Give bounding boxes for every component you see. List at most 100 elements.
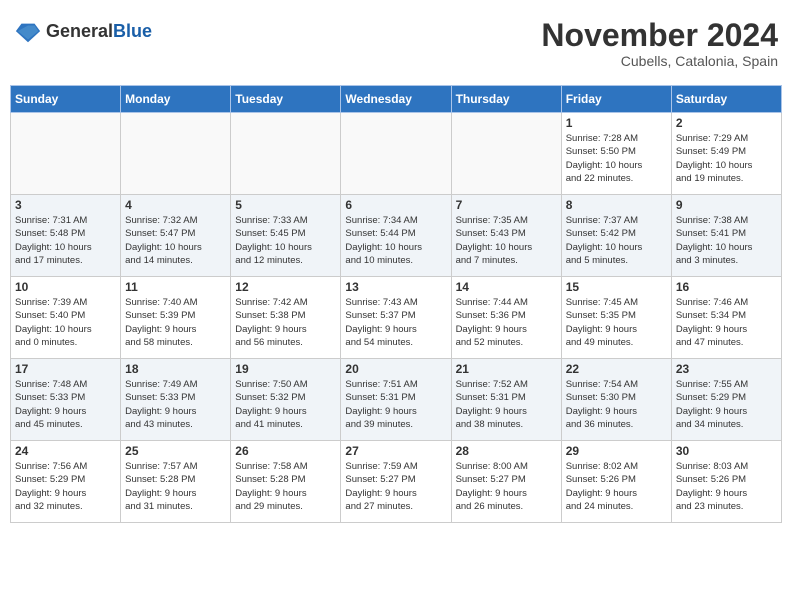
day-cell: 22 Sunrise: 7:54 AM Sunset: 5:30 PM Dayli…	[561, 359, 671, 441]
day-number: 14	[456, 280, 557, 294]
day-info: Sunrise: 7:43 AM Sunset: 5:37 PM Dayligh…	[345, 296, 446, 349]
day-info: Sunrise: 7:34 AM Sunset: 5:44 PM Dayligh…	[345, 214, 446, 267]
day-number: 9	[676, 198, 777, 212]
day-number: 28	[456, 444, 557, 458]
calendar-table: SundayMondayTuesdayWednesdayThursdayFrid…	[10, 85, 782, 523]
day-number: 1	[566, 116, 667, 130]
day-number: 25	[125, 444, 226, 458]
day-info: Sunrise: 7:56 AM Sunset: 5:29 PM Dayligh…	[15, 460, 116, 513]
weekday-monday: Monday	[121, 86, 231, 113]
day-number: 15	[566, 280, 667, 294]
day-cell	[451, 113, 561, 195]
weekday-saturday: Saturday	[671, 86, 781, 113]
day-info: Sunrise: 7:29 AM Sunset: 5:49 PM Dayligh…	[676, 132, 777, 185]
day-cell: 30 Sunrise: 8:03 AM Sunset: 5:26 PM Dayli…	[671, 441, 781, 523]
day-cell: 19 Sunrise: 7:50 AM Sunset: 5:32 PM Dayli…	[231, 359, 341, 441]
day-cell: 3 Sunrise: 7:31 AM Sunset: 5:48 PM Daylig…	[11, 195, 121, 277]
day-info: Sunrise: 7:54 AM Sunset: 5:30 PM Dayligh…	[566, 378, 667, 431]
weekday-thursday: Thursday	[451, 86, 561, 113]
location: Cubells, Catalonia, Spain	[541, 53, 778, 69]
day-number: 4	[125, 198, 226, 212]
day-cell: 1 Sunrise: 7:28 AM Sunset: 5:50 PM Daylig…	[561, 113, 671, 195]
day-info: Sunrise: 7:38 AM Sunset: 5:41 PM Dayligh…	[676, 214, 777, 267]
day-cell: 7 Sunrise: 7:35 AM Sunset: 5:43 PM Daylig…	[451, 195, 561, 277]
day-cell: 9 Sunrise: 7:38 AM Sunset: 5:41 PM Daylig…	[671, 195, 781, 277]
title-block: November 2024 Cubells, Catalonia, Spain	[541, 18, 778, 69]
day-info: Sunrise: 7:48 AM Sunset: 5:33 PM Dayligh…	[15, 378, 116, 431]
day-info: Sunrise: 7:28 AM Sunset: 5:50 PM Dayligh…	[566, 132, 667, 185]
logo: GeneralBlue	[14, 18, 152, 46]
day-info: Sunrise: 7:37 AM Sunset: 5:42 PM Dayligh…	[566, 214, 667, 267]
day-number: 17	[15, 362, 116, 376]
day-number: 21	[456, 362, 557, 376]
day-number: 6	[345, 198, 446, 212]
day-number: 23	[676, 362, 777, 376]
day-number: 26	[235, 444, 336, 458]
day-cell: 25Sunrise: 7:57 AM Sunset: 5:28 PM Dayli…	[121, 441, 231, 523]
day-info: Sunrise: 7:39 AM Sunset: 5:40 PM Dayligh…	[15, 296, 116, 349]
day-cell: 24 Sunrise: 7:56 AM Sunset: 5:29 PM Dayli…	[11, 441, 121, 523]
day-number: 19	[235, 362, 336, 376]
day-info: Sunrise: 7:45 AM Sunset: 5:35 PM Dayligh…	[566, 296, 667, 349]
day-number: 24	[15, 444, 116, 458]
day-info: Sunrise: 7:50 AM Sunset: 5:32 PM Dayligh…	[235, 378, 336, 431]
day-cell: 11 Sunrise: 7:40 AM Sunset: 5:39 PM Dayli…	[121, 277, 231, 359]
day-cell: 8 Sunrise: 7:37 AM Sunset: 5:42 PM Daylig…	[561, 195, 671, 277]
day-number: 27	[345, 444, 446, 458]
day-number: 2	[676, 116, 777, 130]
day-info: Sunrise: 7:59 AM Sunset: 5:27 PM Dayligh…	[345, 460, 446, 513]
month-title: November 2024	[541, 18, 778, 53]
day-info: Sunrise: 7:31 AM Sunset: 5:48 PM Dayligh…	[15, 214, 116, 267]
weekday-wednesday: Wednesday	[341, 86, 451, 113]
weekday-tuesday: Tuesday	[231, 86, 341, 113]
week-row-2: 3 Sunrise: 7:31 AM Sunset: 5:48 PM Daylig…	[11, 195, 782, 277]
day-info: Sunrise: 7:40 AM Sunset: 5:39 PM Dayligh…	[125, 296, 226, 349]
day-cell: 17 Sunrise: 7:48 AM Sunset: 5:33 PM Dayli…	[11, 359, 121, 441]
week-row-4: 17 Sunrise: 7:48 AM Sunset: 5:33 PM Dayli…	[11, 359, 782, 441]
day-info: Sunrise: 7:32 AM Sunset: 5:47 PM Dayligh…	[125, 214, 226, 267]
day-cell	[341, 113, 451, 195]
day-cell: 6 Sunrise: 7:34 AM Sunset: 5:44 PM Daylig…	[341, 195, 451, 277]
day-number: 3	[15, 198, 116, 212]
day-info: Sunrise: 7:35 AM Sunset: 5:43 PM Dayligh…	[456, 214, 557, 267]
day-number: 22	[566, 362, 667, 376]
day-number: 11	[125, 280, 226, 294]
day-cell: 14Sunrise: 7:44 AM Sunset: 5:36 PM Dayli…	[451, 277, 561, 359]
day-info: Sunrise: 7:58 AM Sunset: 5:28 PM Dayligh…	[235, 460, 336, 513]
day-info: Sunrise: 8:03 AM Sunset: 5:26 PM Dayligh…	[676, 460, 777, 513]
weekday-sunday: Sunday	[11, 86, 121, 113]
day-info: Sunrise: 7:55 AM Sunset: 5:29 PM Dayligh…	[676, 378, 777, 431]
week-row-1: 1 Sunrise: 7:28 AM Sunset: 5:50 PM Daylig…	[11, 113, 782, 195]
day-number: 13	[345, 280, 446, 294]
day-cell: 13 Sunrise: 7:43 AM Sunset: 5:37 PM Dayli…	[341, 277, 451, 359]
day-cell	[121, 113, 231, 195]
day-number: 8	[566, 198, 667, 212]
day-cell: 12Sunrise: 7:42 AM Sunset: 5:38 PM Dayli…	[231, 277, 341, 359]
logo-icon	[14, 18, 42, 46]
day-cell: 5 Sunrise: 7:33 AM Sunset: 5:45 PM Daylig…	[231, 195, 341, 277]
day-info: Sunrise: 7:51 AM Sunset: 5:31 PM Dayligh…	[345, 378, 446, 431]
day-cell	[231, 113, 341, 195]
week-row-5: 24 Sunrise: 7:56 AM Sunset: 5:29 PM Dayli…	[11, 441, 782, 523]
day-cell	[11, 113, 121, 195]
day-cell: 28 Sunrise: 8:00 AM Sunset: 5:27 PM Dayli…	[451, 441, 561, 523]
day-info: Sunrise: 7:46 AM Sunset: 5:34 PM Dayligh…	[676, 296, 777, 349]
day-info: Sunrise: 7:33 AM Sunset: 5:45 PM Dayligh…	[235, 214, 336, 267]
day-cell: 21 Sunrise: 7:52 AM Sunset: 5:31 PM Dayli…	[451, 359, 561, 441]
day-number: 18	[125, 362, 226, 376]
weekday-friday: Friday	[561, 86, 671, 113]
day-number: 20	[345, 362, 446, 376]
day-cell: 16Sunrise: 7:46 AM Sunset: 5:34 PM Dayli…	[671, 277, 781, 359]
calendar-body: 1 Sunrise: 7:28 AM Sunset: 5:50 PM Daylig…	[11, 113, 782, 523]
day-info: Sunrise: 7:42 AM Sunset: 5:38 PM Dayligh…	[235, 296, 336, 349]
day-cell: 4 Sunrise: 7:32 AM Sunset: 5:47 PM Daylig…	[121, 195, 231, 277]
day-cell: 27 Sunrise: 7:59 AM Sunset: 5:27 PM Dayli…	[341, 441, 451, 523]
day-number: 5	[235, 198, 336, 212]
day-cell: 29Sunrise: 8:02 AM Sunset: 5:26 PM Dayli…	[561, 441, 671, 523]
day-cell: 15 Sunrise: 7:45 AM Sunset: 5:35 PM Dayli…	[561, 277, 671, 359]
day-number: 7	[456, 198, 557, 212]
day-number: 30	[676, 444, 777, 458]
day-info: Sunrise: 8:00 AM Sunset: 5:27 PM Dayligh…	[456, 460, 557, 513]
logo-general: General	[46, 21, 113, 41]
day-info: Sunrise: 7:52 AM Sunset: 5:31 PM Dayligh…	[456, 378, 557, 431]
